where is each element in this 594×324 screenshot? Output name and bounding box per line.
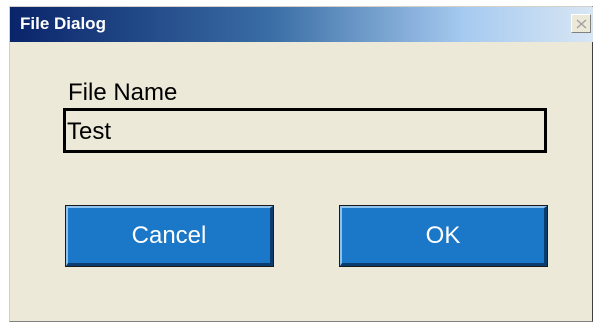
file-name-input[interactable] <box>63 108 547 153</box>
ok-button[interactable]: OK <box>340 206 547 266</box>
file-name-label: File Name <box>68 79 178 106</box>
cancel-button[interactable]: Cancel <box>66 206 273 266</box>
close-button[interactable] <box>571 14 591 33</box>
window-title: File Dialog <box>20 14 106 33</box>
close-icon <box>576 19 587 29</box>
title-bar[interactable]: File Dialog <box>10 7 593 42</box>
file-dialog-window: File Dialog File Name Cancel OK <box>9 6 593 322</box>
